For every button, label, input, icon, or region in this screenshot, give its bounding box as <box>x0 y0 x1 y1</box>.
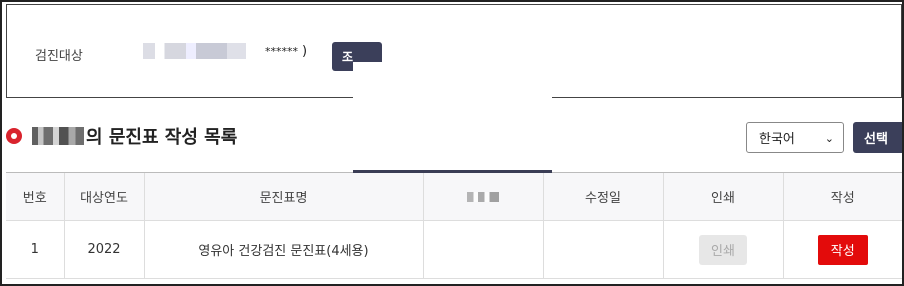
cell-name: 영유아 건강검진 문진표(4세용) <box>143 220 423 279</box>
blurred-name <box>143 43 263 59</box>
col-header-hidden <box>422 172 543 221</box>
language-select[interactable]: 한국어 ⌄ <box>746 122 844 153</box>
cell-write: 작성 <box>782 220 902 279</box>
masked-id: ****** <box>265 44 298 58</box>
col-header-modified: 수정일 <box>542 172 663 221</box>
print-button[interactable]: 인쇄 <box>699 234 747 265</box>
blurred-person-name <box>32 127 84 145</box>
blurred-header <box>467 191 499 202</box>
write-button[interactable]: 작성 <box>817 234 868 265</box>
table-header-row: 번호 대상연도 문진표명 수정일 인쇄 작성 <box>6 172 902 221</box>
cell-year: 2022 <box>63 220 144 279</box>
cell-modified <box>542 220 663 279</box>
page-title-row: 의 문진표 작성 목록 <box>6 120 237 152</box>
col-header-number: 번호 <box>6 172 64 221</box>
page-title: 의 문진표 작성 목록 <box>86 127 238 148</box>
language-select-value: 한국어 <box>759 132 795 147</box>
overlay-panel <box>353 62 552 174</box>
cell-hidden <box>422 220 543 279</box>
closing-paren: ) <box>302 43 308 59</box>
col-header-write: 작성 <box>782 172 902 221</box>
table-row: 1 2022 영유아 건강검진 문진표(4세용) 인쇄 작성 <box>6 220 902 279</box>
language-apply-button[interactable]: 선택 <box>853 122 902 153</box>
location-pin-icon <box>6 128 22 144</box>
chevron-down-icon: ⌄ <box>824 132 834 145</box>
target-value: ****** ) <box>143 43 307 59</box>
col-header-year: 대상연도 <box>63 172 144 221</box>
overlay-underline <box>353 170 552 173</box>
questionnaire-table: 번호 대상연도 문진표명 수정일 인쇄 작성 1 2022 영유아 건강검진 문… <box>6 172 902 279</box>
cell-number: 1 <box>6 220 64 279</box>
col-header-print: 인쇄 <box>662 172 783 221</box>
search-label: 검진대상 <box>35 49 83 64</box>
cell-print: 인쇄 <box>662 220 783 279</box>
col-header-name: 문진표명 <box>143 172 423 221</box>
